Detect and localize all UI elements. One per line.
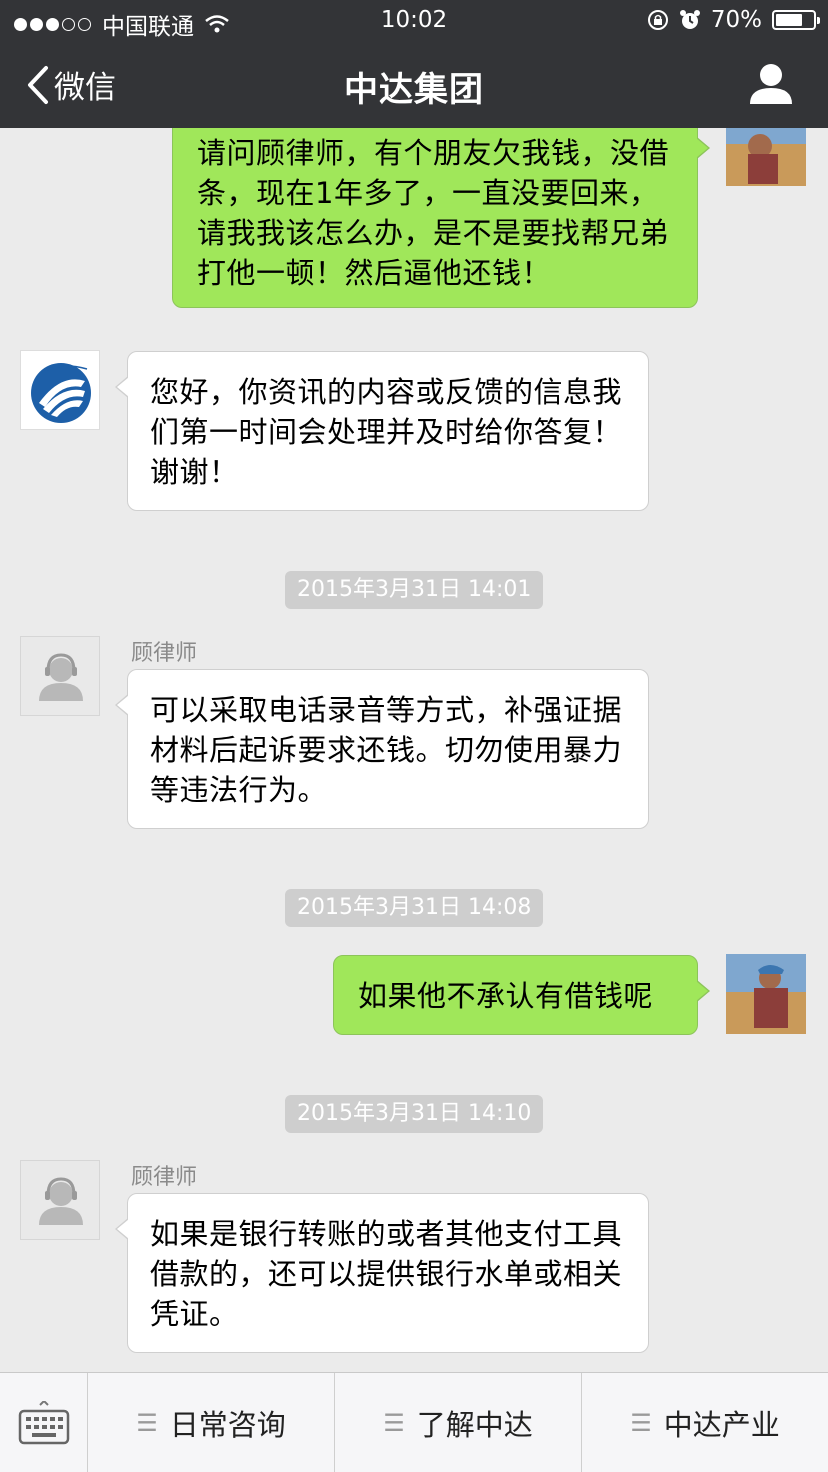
- message-text: 请问顾律师，有个朋友欠我钱，没借条，现在1年多了，一直没要回来，请我我该怎么办，…: [197, 136, 670, 290]
- status-bar: 中国联通 10:02 70%: [0, 0, 828, 42]
- battery-percent: 70%: [710, 7, 762, 33]
- menu-zhongda-industry[interactable]: ☰ 中达产业: [582, 1373, 828, 1472]
- menu-label: 了解中达: [416, 1408, 533, 1442]
- timestamp-label: 2015年3月31日 14:08: [285, 889, 544, 927]
- beach-photo-icon: [726, 954, 806, 1034]
- message-bubble-outgoing[interactable]: 请问顾律师，有个朋友欠我钱，没借条，现在1年多了，一直没要回来，请我我该怎么办，…: [172, 112, 710, 308]
- person-icon[interactable]: [748, 62, 794, 106]
- message-bubble-incoming[interactable]: 您好，你资讯的内容或反馈的信息我们第一时间会处理并及时给你答复！谢谢！: [115, 351, 649, 511]
- message-text: 您好，你资讯的内容或反馈的信息我们第一时间会处理并及时给你答复！谢谢！: [150, 375, 623, 489]
- official-account-avatar[interactable]: [20, 350, 100, 430]
- menu-icon: ☰: [630, 1409, 652, 1437]
- alarm-icon: [679, 10, 700, 29]
- menu-label: 日常咨询: [169, 1408, 286, 1442]
- chat-title: 中达集团: [344, 70, 484, 110]
- message-text: 如果是银行转账的或者其他支付工具借款的，还可以提供银行水单或相关凭证。: [150, 1217, 623, 1331]
- top-bar: 中国联通 10:02 70% 微信 中达集团: [0, 0, 828, 128]
- keyboard-icon: [18, 1401, 69, 1445]
- lawyer-avatar[interactable]: [20, 636, 100, 716]
- my-avatar[interactable]: [726, 954, 806, 1034]
- rotation-lock-icon: [647, 10, 668, 30]
- timestamp-label: 2015年3月31日 14:10: [285, 1095, 544, 1133]
- menu-label: 中达产业: [663, 1408, 780, 1442]
- message-text: 如果他不承认有借钱呢: [358, 979, 654, 1013]
- menu-about-zhongda[interactable]: ☰ 了解中达: [335, 1373, 582, 1472]
- sender-name: 顾律师: [131, 1165, 198, 1190]
- menu-icon: ☰: [383, 1409, 405, 1437]
- menu-daily-consult[interactable]: ☰ 日常咨询: [88, 1373, 335, 1472]
- timestamp-label: 2015年3月31日 14:01: [285, 571, 544, 609]
- menu-icon: ☰: [136, 1409, 158, 1437]
- chat-area[interactable]: 请问顾律师，有个朋友欠我钱，没借条，现在1年多了，一直没要回来，请我我该怎么办，…: [0, 0, 828, 1372]
- bottom-menu-bar: ☰ 日常咨询 ☰ 了解中达 ☰ 中达产业: [0, 1372, 828, 1472]
- message-text: 可以采取电话录音等方式，补强证据材料后起诉要求还钱。切勿使用暴力等违法行为。: [150, 693, 623, 807]
- message-bubble-outgoing[interactable]: 如果他不承认有借钱呢: [333, 955, 710, 1035]
- support-agent-icon: [39, 653, 83, 701]
- battery-icon: [772, 10, 820, 30]
- message-bubble-incoming[interactable]: 如果是银行转账的或者其他支付工具借款的，还可以提供银行水单或相关凭证。: [115, 1193, 649, 1353]
- zhongda-logo-icon: [31, 363, 91, 423]
- support-agent-icon: [39, 1177, 83, 1225]
- sender-name: 顾律师: [131, 641, 198, 666]
- keyboard-toggle-button[interactable]: [0, 1373, 88, 1472]
- lawyer-avatar[interactable]: [20, 1160, 100, 1240]
- navigation-bar: 微信 中达集团: [0, 42, 828, 128]
- message-bubble-incoming[interactable]: 可以采取电话录音等方式，补强证据材料后起诉要求还钱。切勿使用暴力等违法行为。: [115, 669, 649, 829]
